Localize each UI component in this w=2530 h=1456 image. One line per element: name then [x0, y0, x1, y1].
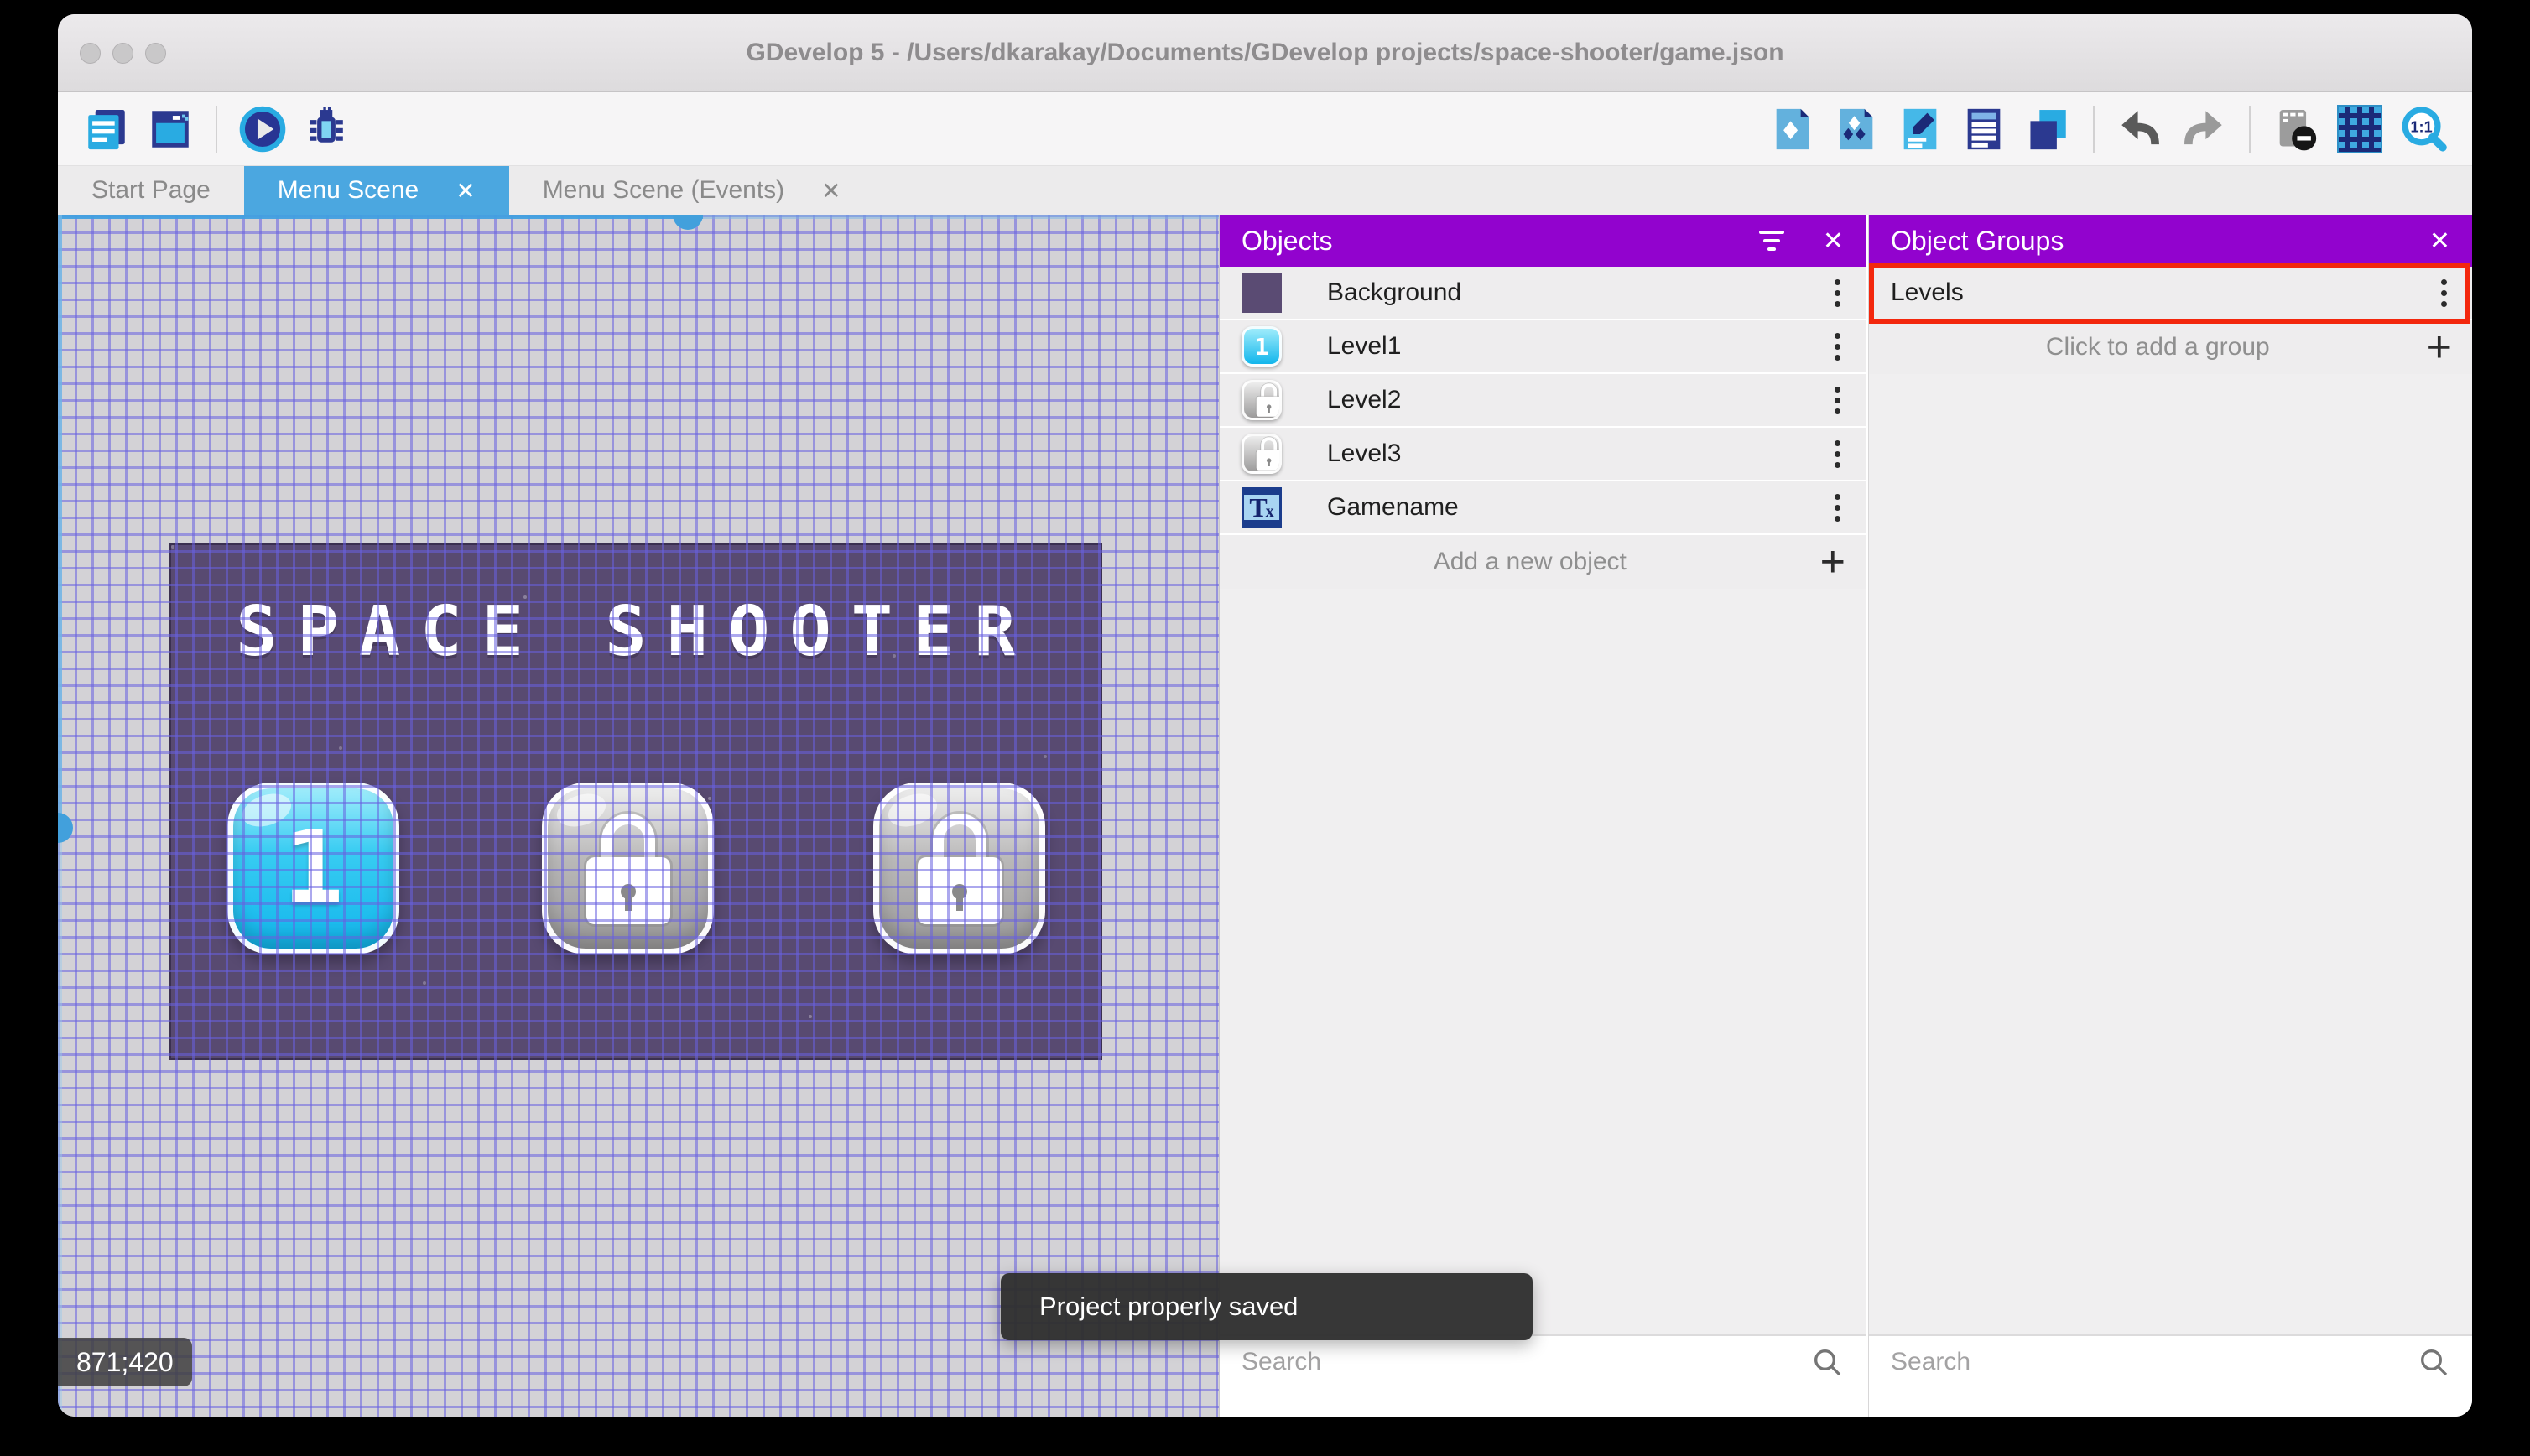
add-group-row[interactable]: Click to add a group + [1869, 320, 2472, 374]
plus-icon[interactable]: + [1820, 540, 1845, 584]
grid-icon[interactable] [2333, 102, 2387, 156]
instances-list-panel-icon[interactable] [1957, 102, 2011, 156]
level3-thumbnail [1242, 434, 1282, 474]
svg-text:1:1: 1:1 [2410, 118, 2432, 135]
toolbar-divider [216, 105, 217, 153]
row-menu-icon[interactable] [1830, 274, 1845, 312]
close-window-button[interactable] [80, 42, 101, 64]
toolbar-right-group: 1:1 [1766, 102, 2450, 156]
close-tab-icon[interactable]: ✕ [456, 177, 475, 205]
groups-list: Levels Click to add a group + [1869, 267, 2472, 1334]
properties-panel-icon[interactable] [1893, 102, 1947, 156]
background-thumbnail [1242, 273, 1282, 313]
level1-thumbnail: 1 [1242, 326, 1282, 367]
row-menu-icon[interactable] [2436, 274, 2452, 312]
layers-panel-icon[interactable] [2021, 102, 2074, 156]
toolbar-left-group [80, 102, 353, 156]
search-icon [2421, 1349, 2448, 1375]
tab-menu-scene-events[interactable]: Menu Scene (Events) ✕ [509, 166, 875, 215]
titlebar: GDevelop 5 - /Users/dkarakay/Documents/G… [58, 14, 2472, 92]
project-manager-icon[interactable] [80, 102, 133, 156]
play-preview-icon[interactable] [236, 102, 289, 156]
tab-start-page[interactable]: Start Page [58, 166, 244, 215]
redo-icon[interactable] [2177, 102, 2231, 156]
lock-icon [586, 813, 670, 924]
row-menu-icon[interactable] [1830, 382, 1845, 419]
object-row-level3[interactable]: Level3 [1220, 428, 1866, 481]
tab-label: Menu Scene (Events) [542, 176, 785, 204]
panel-footer [1220, 1387, 1866, 1417]
selection-handle-top[interactable] [673, 215, 703, 230]
toolbar-divider [2249, 105, 2251, 153]
objects-search-row [1220, 1334, 1866, 1387]
game-scene-preview[interactable]: SPACE SHOOTER 1 [169, 543, 1102, 1060]
tab-menu-scene[interactable]: Menu Scene ✕ [243, 166, 509, 215]
panel-footer [1869, 1387, 2472, 1417]
objects-panel: Objects ✕ Background 1 Level1 Level2 Lev… [1219, 215, 1866, 1417]
object-groups-panel-icon[interactable] [1830, 102, 1883, 156]
object-row-level2[interactable]: Level2 [1220, 374, 1866, 428]
open-scene-window-icon[interactable] [143, 102, 197, 156]
row-menu-icon[interactable] [1830, 328, 1845, 366]
gamename-thumbnail: Tx [1242, 487, 1282, 528]
cursor-coordinates-badge: 871;420 [58, 1338, 192, 1386]
tab-bar: Start Page Menu Scene ✕ Menu Scene (Even… [58, 166, 2472, 215]
close-panel-icon[interactable]: ✕ [1823, 226, 1844, 256]
level1-button-object[interactable]: 1 [227, 783, 399, 954]
level3-button-object[interactable] [873, 783, 1045, 954]
row-menu-icon[interactable] [1830, 489, 1845, 527]
close-panel-icon[interactable]: ✕ [2429, 226, 2450, 256]
search-icon [1814, 1349, 1841, 1375]
panel-title: Object Groups [1891, 225, 2064, 256]
traffic-lights [80, 14, 166, 91]
objects-panel-header: Objects ✕ [1220, 215, 1866, 267]
undo-icon[interactable] [2113, 102, 2167, 156]
level2-thumbnail [1242, 380, 1282, 420]
plus-icon[interactable]: + [2427, 325, 2452, 369]
zoom-1-1-icon[interactable]: 1:1 [2397, 102, 2450, 156]
selection-top-edge [58, 215, 1219, 219]
zoom-window-button[interactable] [145, 42, 166, 64]
filter-icon[interactable] [1758, 231, 1784, 251]
minimize-window-button[interactable] [112, 42, 133, 64]
window-mask-icon[interactable] [2269, 102, 2323, 156]
close-tab-icon[interactable]: ✕ [821, 177, 841, 205]
toolbar: 1:1 [58, 92, 2472, 166]
group-row-levels[interactable]: Levels [1869, 267, 2472, 320]
objects-list: Background 1 Level1 Level2 Level3 T x Ga… [1220, 267, 1866, 1334]
groups-search-row [1869, 1334, 2472, 1387]
main-area: SPACE SHOOTER 1 871;420 Objects ✕ Backgr… [58, 215, 2472, 1417]
selection-handle-left[interactable] [58, 813, 73, 843]
debug-icon[interactable] [299, 102, 353, 156]
tab-label: Start Page [91, 176, 211, 204]
object-groups-panel-header: Object Groups ✕ [1869, 215, 2472, 267]
row-menu-icon[interactable] [1830, 435, 1845, 473]
level2-button-object[interactable] [542, 783, 714, 954]
save-toast: Project properly saved [1001, 1273, 1533, 1340]
object-row-level1[interactable]: 1 Level1 [1220, 320, 1866, 374]
lock-icon [917, 813, 1002, 924]
window-title: GDevelop 5 - /Users/dkarakay/Documents/G… [746, 39, 1784, 66]
groups-search-input[interactable] [1891, 1347, 2417, 1376]
objects-panel-icon[interactable] [1766, 102, 1819, 156]
panel-title: Objects [1242, 225, 1333, 256]
tab-label: Menu Scene [277, 176, 419, 204]
game-title-text[interactable]: SPACE SHOOTER [171, 592, 1101, 672]
objects-search-input[interactable] [1242, 1347, 1810, 1376]
scene-stars [171, 545, 174, 549]
object-row-background[interactable]: Background [1220, 267, 1866, 320]
gdevelop-window: GDevelop 5 - /Users/dkarakay/Documents/G… [58, 14, 2472, 1417]
scene-editor-canvas[interactable]: SPACE SHOOTER 1 871;420 [58, 215, 1219, 1417]
object-row-gamename[interactable]: Tx Gamename [1220, 481, 1866, 535]
add-new-object-row[interactable]: Add a new object + [1220, 535, 1866, 589]
object-groups-panel: Object Groups ✕ Levels Click to add a gr… [1869, 215, 2472, 1417]
toolbar-divider [2093, 105, 2095, 153]
toast-message: Project properly saved [1039, 1292, 1299, 1321]
